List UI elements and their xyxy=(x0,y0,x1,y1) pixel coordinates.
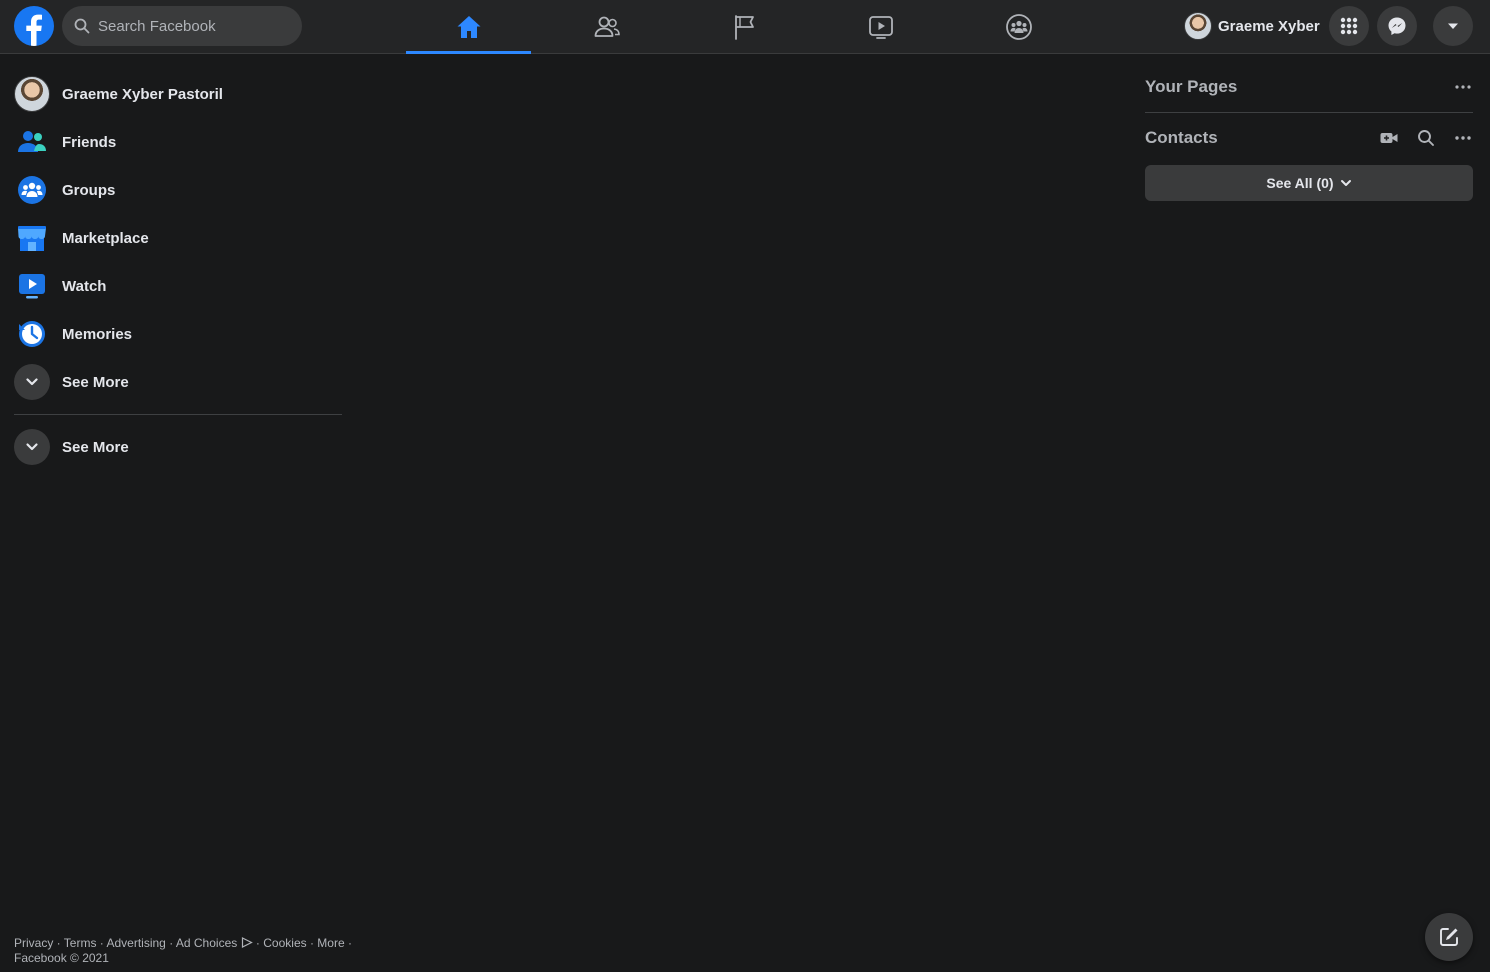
sidebar-item-memories[interactable]: Memories xyxy=(8,310,348,358)
sidebar-item-label: See More xyxy=(62,373,129,391)
chevron-circle xyxy=(14,429,50,465)
chevron-down-icon xyxy=(26,443,38,451)
sidebar-item-label: Groups xyxy=(62,181,116,199)
groups-icon xyxy=(1005,13,1032,40)
contacts-actions xyxy=(1379,128,1473,148)
search-icon xyxy=(74,18,90,34)
sidebar-see-more-button[interactable]: See More xyxy=(8,358,348,406)
right-divider xyxy=(1145,112,1473,113)
new-message-button[interactable] xyxy=(1425,913,1473,961)
footer-copyright: Facebook © 2021 xyxy=(14,951,109,965)
footer-line-1: Privacy · Terms · Advertising · Ad Choic… xyxy=(14,936,352,950)
marketplace-icon-wrap xyxy=(14,220,50,256)
video-icon xyxy=(868,15,893,39)
sidebar-item-label: Watch xyxy=(62,277,107,295)
contacts-title: Contacts xyxy=(1145,128,1218,147)
caret-down-icon xyxy=(1448,23,1458,29)
footer-privacy-link[interactable]: Privacy xyxy=(14,936,53,950)
shortcuts-see-more-button[interactable]: See More xyxy=(8,423,348,471)
friends-icon xyxy=(18,131,46,152)
tab-home[interactable] xyxy=(406,0,531,54)
marketplace-icon xyxy=(18,226,46,251)
new-room-video-icon[interactable] xyxy=(1379,128,1399,148)
search-input[interactable] xyxy=(98,17,288,35)
tab-watch[interactable] xyxy=(818,0,943,53)
sidebar-item-profile[interactable]: Graeme Xyber Pastoril xyxy=(8,70,348,118)
ad-choices-label: Ad Choices xyxy=(175,936,238,950)
see-more-icon-wrap xyxy=(14,429,50,465)
left-sidebar: Graeme Xyber Pastoril Friends Groups Mar… xyxy=(8,70,348,471)
sidebar-item-label: Memories xyxy=(62,325,133,343)
your-pages-header: Your Pages xyxy=(1145,70,1473,104)
top-bar: Graeme Xyber xyxy=(0,0,1490,54)
watch-icon xyxy=(19,274,45,299)
sidebar-item-marketplace[interactable]: Marketplace xyxy=(8,214,348,262)
avatar xyxy=(1184,12,1212,40)
sidebar-item-label: Graeme Xyber Pastoril xyxy=(62,85,223,103)
see-all-contacts-button[interactable]: See All (0) xyxy=(1145,165,1473,201)
chevron-down-icon xyxy=(26,378,38,386)
groups-icon xyxy=(18,176,46,204)
compose-icon xyxy=(1440,928,1458,946)
memories-icon-wrap xyxy=(14,316,50,352)
footer-terms-link[interactable]: Terms xyxy=(64,936,97,950)
footer-cookies-link[interactable]: Cookies xyxy=(263,936,306,950)
your-pages-title: Your Pages xyxy=(1145,77,1238,96)
see-more-icon-wrap xyxy=(14,364,50,400)
more-options-icon[interactable] xyxy=(1453,77,1473,97)
sidebar-item-friends[interactable]: Friends xyxy=(8,118,348,166)
tab-pages[interactable] xyxy=(682,0,807,53)
sidebar-divider xyxy=(14,414,342,415)
home-icon xyxy=(457,15,480,38)
sidebar-item-groups[interactable]: Groups xyxy=(8,166,348,214)
profile-chip[interactable]: Graeme Xyber xyxy=(1180,8,1330,44)
more-options-icon[interactable] xyxy=(1453,128,1473,148)
account-dropdown-button[interactable] xyxy=(1433,6,1473,46)
chevron-down-icon xyxy=(1340,180,1351,186)
avatar xyxy=(14,76,50,112)
footer-ad-choices-link[interactable]: Ad Choices xyxy=(176,936,253,950)
sidebar-item-label: Marketplace xyxy=(62,229,149,247)
friends-icon-wrap xyxy=(14,124,50,160)
search-bar[interactable] xyxy=(62,6,302,46)
messenger-icon xyxy=(1388,17,1406,35)
tab-friends[interactable] xyxy=(544,0,669,53)
messenger-button[interactable] xyxy=(1377,6,1417,46)
groups-icon-wrap xyxy=(14,172,50,208)
see-all-label: See All (0) xyxy=(1266,175,1334,191)
chevron-circle xyxy=(14,364,50,400)
profile-name: Graeme Xyber xyxy=(1218,17,1320,35)
footer-advertising-link[interactable]: Advertising xyxy=(106,936,165,950)
facebook-logo-icon[interactable] xyxy=(14,6,54,46)
menu-button[interactable] xyxy=(1329,6,1369,46)
footer-links: Privacy · Terms · Advertising · Ad Choic… xyxy=(14,936,354,966)
ad-choices-icon xyxy=(241,937,253,948)
flag-icon xyxy=(734,14,754,40)
search-icon[interactable] xyxy=(1417,129,1435,147)
grid-menu-icon xyxy=(1340,17,1358,35)
sidebar-item-label: See More xyxy=(62,438,129,456)
footer-more-link[interactable]: More xyxy=(317,936,344,950)
friends-icon xyxy=(594,16,620,37)
right-rail: Your Pages Contacts See All (0) xyxy=(1145,70,1473,201)
tab-groups[interactable] xyxy=(956,0,1081,53)
sidebar-item-watch[interactable]: Watch xyxy=(8,262,348,310)
watch-icon-wrap xyxy=(14,268,50,304)
memories-icon xyxy=(19,321,45,347)
profile-avatar-wrap xyxy=(14,76,50,112)
sidebar-item-label: Friends xyxy=(62,133,117,151)
contacts-header: Contacts xyxy=(1145,121,1473,155)
